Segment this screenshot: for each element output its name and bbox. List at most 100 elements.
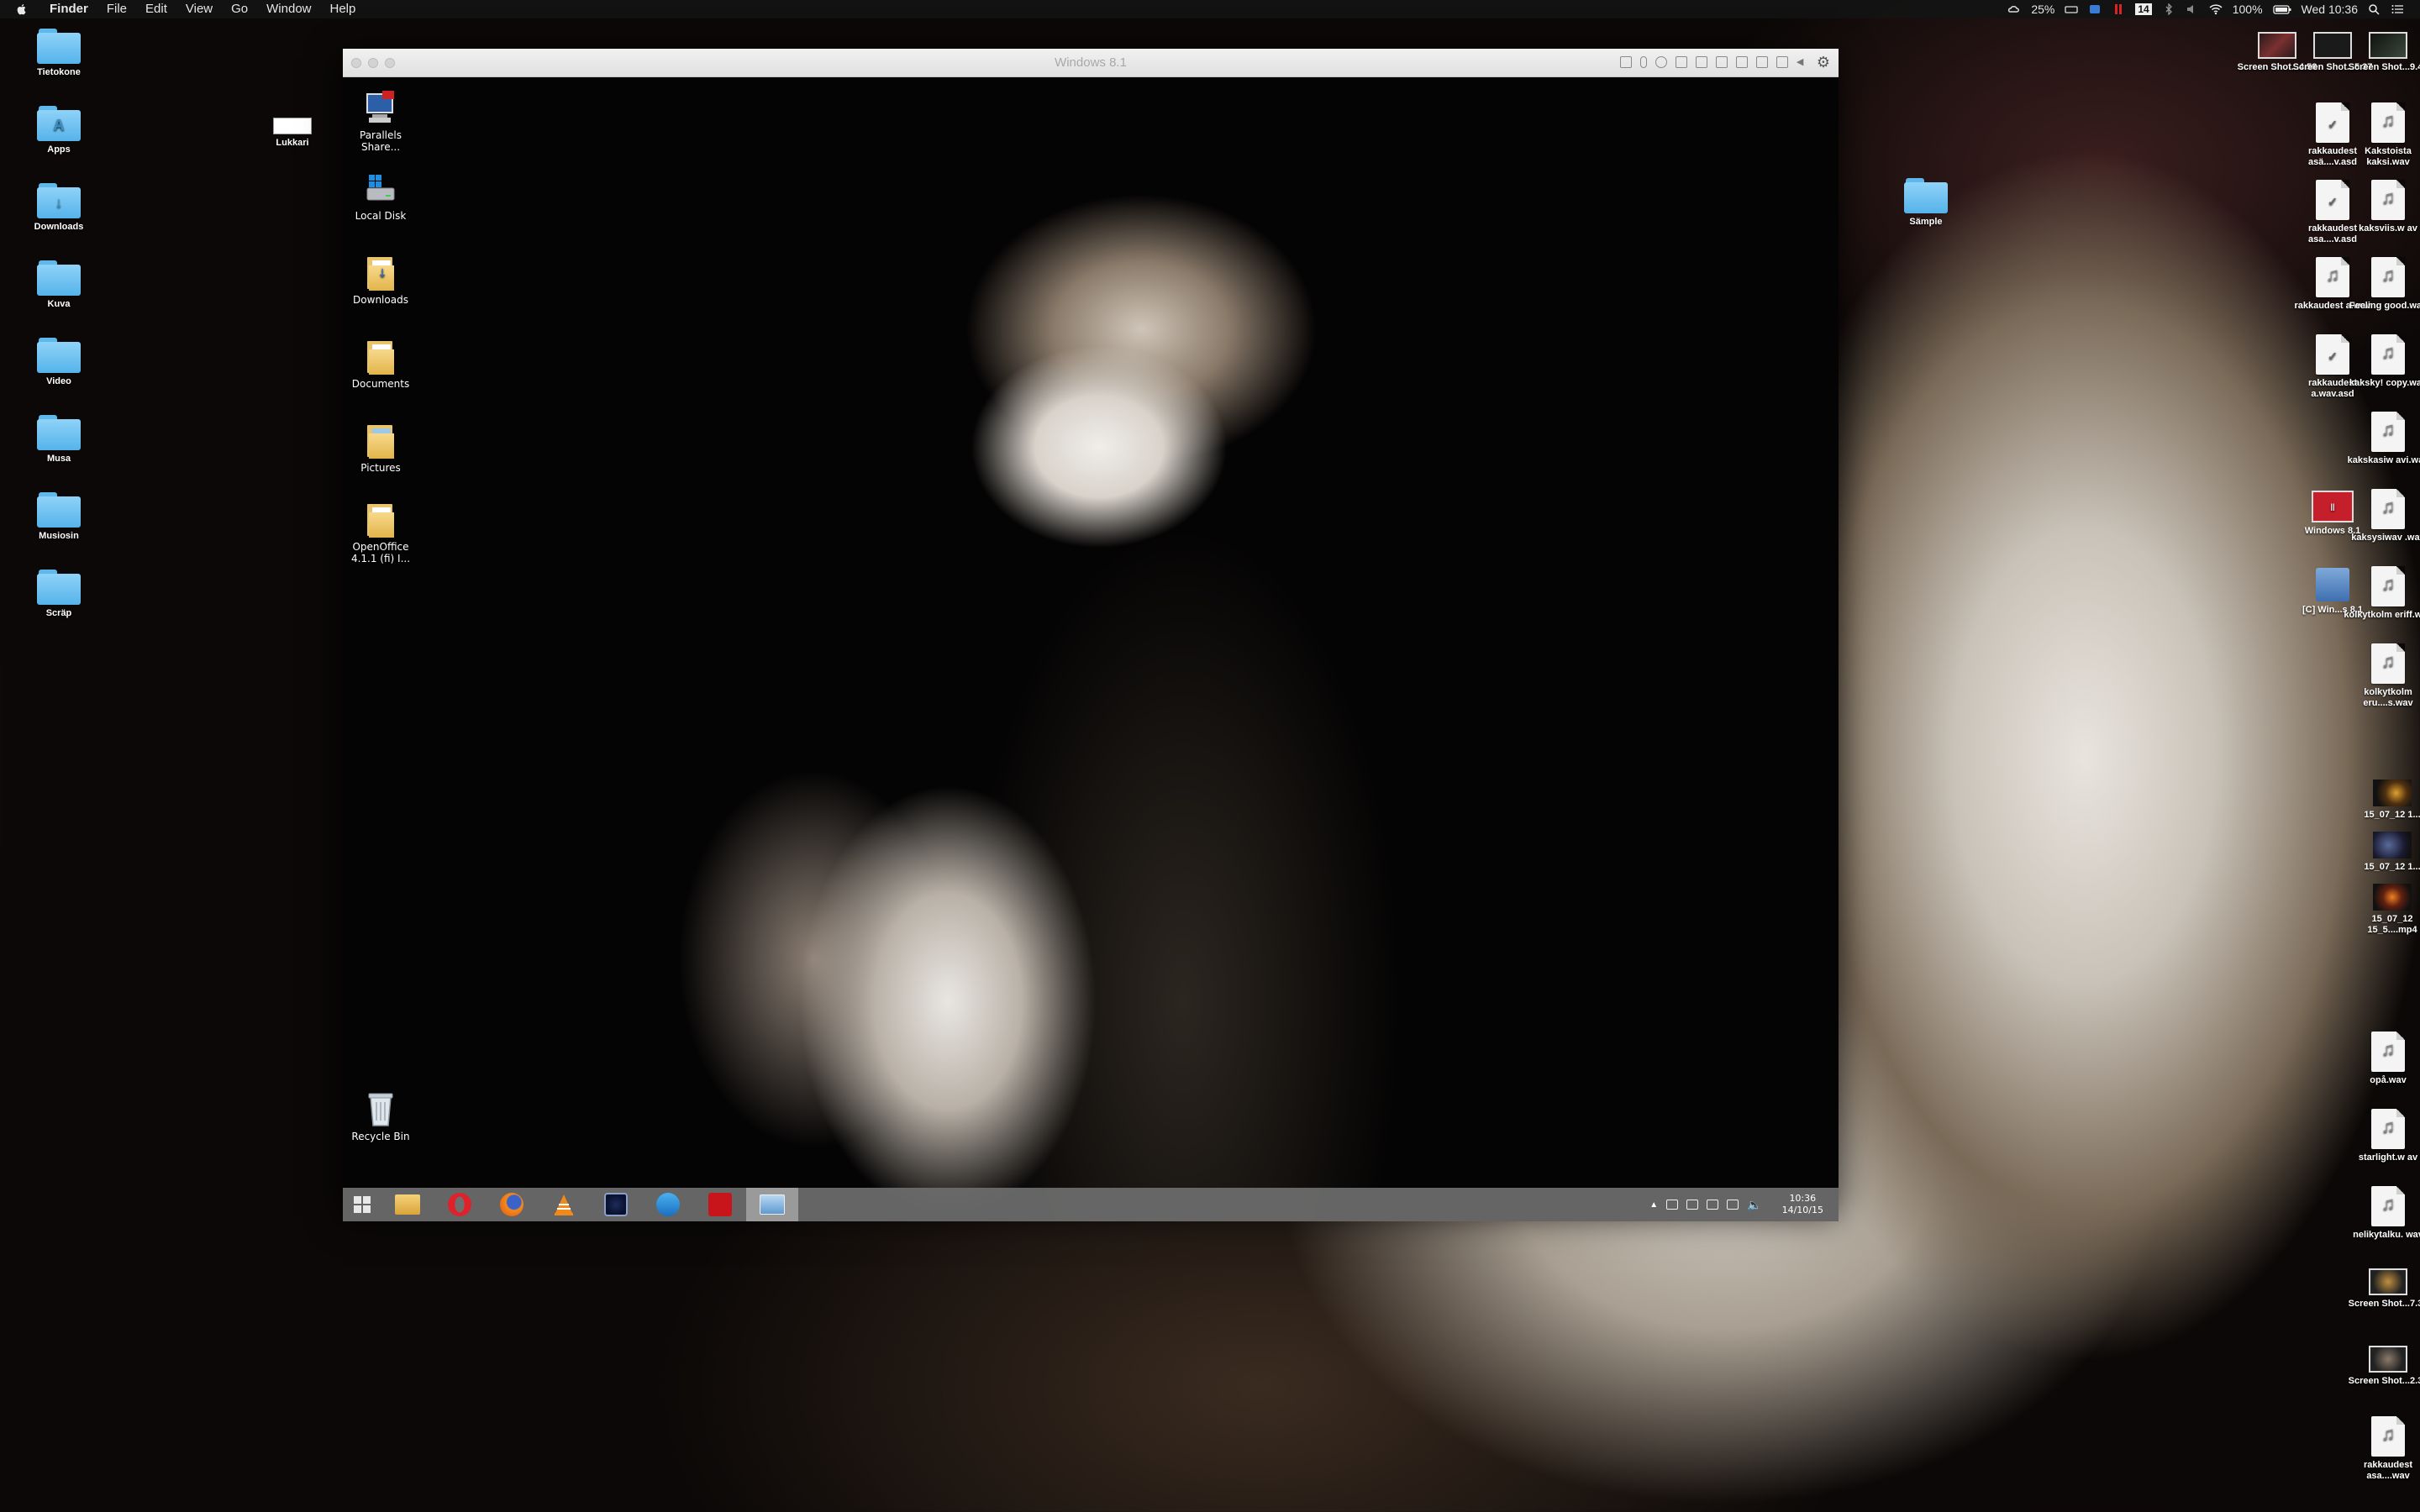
desktop-icon-label: nelikytalku. wav [2353, 1230, 2420, 1240]
desktop-icon-label: Screen Shot...2.30 [2348, 1376, 2420, 1386]
desktop-folder-tietokone[interactable]: Tietokone [13, 29, 105, 78]
cd-icon[interactable] [1755, 56, 1768, 68]
sound-icon[interactable] [1715, 56, 1728, 68]
dropbox-icon[interactable] [2088, 3, 2102, 15]
desktop-file-wav[interactable]: ♫ kaksviis.w av [2342, 180, 2420, 234]
calendar-day-badge[interactable]: 14 [2135, 3, 2152, 15]
taskbar-parallels-tools[interactable] [746, 1188, 798, 1221]
desktop-file-wav[interactable]: ♫ kolkytkolm eriff.wav [2342, 566, 2420, 621]
network-icon[interactable] [1686, 1200, 1699, 1210]
vm-titlebar[interactable]: Windows 8.1 ◀ ⚙ [343, 49, 1839, 77]
taskbar-opera[interactable] [434, 1188, 486, 1221]
collapse-arrow-icon[interactable]: ◀ [1797, 56, 1808, 68]
desktop-folder-musiosin[interactable]: Musiosin [13, 492, 105, 542]
desktop-icon-label: Screen Shot...9.44 [2348, 62, 2420, 72]
desktop-file-wav[interactable]: ♫ Kakstoista kaksi.wav [2342, 102, 2420, 168]
desktop-file-screenshot[interactable]: Screen Shot...2.30 [2342, 1346, 2420, 1387]
power-icon[interactable] [1727, 1200, 1739, 1210]
desktop-file-wav[interactable]: ♫ opå.wav [2342, 1032, 2420, 1086]
camera-icon[interactable] [1655, 56, 1667, 68]
desktop-folder-downloads[interactable]: ↓ Downloads [13, 183, 105, 233]
menu-finder[interactable]: Finder [40, 0, 97, 18]
start-button[interactable] [343, 1188, 381, 1221]
menu-go[interactable]: Go [222, 0, 257, 18]
desktop-folder-apps[interactable]: A Apps [13, 106, 105, 155]
win-desktop-local-disk[interactable]: Local Disk [343, 171, 418, 222]
desktop-folder-kuva[interactable]: Kuva [13, 260, 105, 310]
image-thumbnail-icon [2369, 1268, 2407, 1295]
desktop-icon-label: kakskasiw avi.wav [2347, 455, 2420, 465]
music-note-icon: ♫ [2371, 489, 2405, 529]
menu-view[interactable]: View [176, 0, 222, 18]
desktop-file-wav[interactable]: ♫ kaksky! copy.wav [2342, 334, 2420, 389]
desktop-file-wav[interactable]: ♫ nelikytalku. wav [2342, 1186, 2420, 1241]
menu-window[interactable]: Window [257, 0, 320, 18]
notification-center-icon[interactable] [2391, 3, 2405, 15]
battery-percent[interactable]: 100% [2233, 3, 2263, 16]
action-center-flag-icon[interactable] [1666, 1200, 1679, 1210]
video-thumbnail-icon [2373, 832, 2412, 858]
win-desktop-parallels-shared[interactable]: Parallels Share... [343, 89, 418, 153]
desktop-file-wav[interactable]: ♫ kolkytkolm eru....s.wav [2342, 643, 2420, 709]
bluetooth-icon[interactable] [2162, 3, 2175, 15]
desktop-file-wav[interactable]: ♫ rakkaudest asa....wav [2342, 1416, 2420, 1482]
microphone-icon[interactable] [1639, 56, 1647, 68]
wifi-icon[interactable] [2209, 3, 2223, 15]
win-desktop-documents[interactable]: Documents [343, 339, 418, 390]
drive-icon[interactable] [2065, 3, 2079, 15]
win-desktop-openoffice[interactable]: OpenOffice 4.1.1 (fi) I... [343, 502, 418, 564]
cpu-usage-text[interactable]: 25% [2031, 3, 2054, 16]
keyboard-layout-icon[interactable] [1707, 1200, 1719, 1210]
keyboard-icon[interactable] [1619, 56, 1632, 68]
desktop-file-video[interactable]: 15_07_12 1... [2346, 832, 2420, 873]
taskbar-clock[interactable]: 10:36 14/10/15 [1770, 1193, 1823, 1216]
desktop-file-screenshot[interactable]: Screen Shot...7.37 [2342, 1268, 2420, 1310]
desktop-folder-musa[interactable]: Musa [13, 415, 105, 465]
desktop-folder-sample[interactable]: Sämple [1880, 178, 1972, 228]
creative-cloud-icon[interactable] [2007, 3, 2021, 15]
hard-disk-icon[interactable] [1735, 56, 1748, 68]
win-desktop-downloads[interactable]: ↓ Downloads [343, 255, 418, 306]
desktop-file-wav[interactable]: ♫ starlight.w av [2342, 1109, 2420, 1163]
system-tray: ▲ 🔈 10:36 14/10/15 [1649, 1193, 1839, 1216]
desktop-folder-video[interactable]: Video [13, 338, 105, 387]
win-desktop-recycle-bin[interactable]: Recycle Bin [343, 1090, 418, 1142]
floppy-icon[interactable] [1695, 56, 1707, 68]
menu-help[interactable]: Help [321, 0, 366, 18]
tray-expand-arrow-icon[interactable]: ▲ [1649, 1200, 1658, 1210]
desktop-file-wav[interactable]: ♫ kaksysiwav .wav [2342, 489, 2420, 543]
volume-icon[interactable] [2186, 3, 2199, 15]
volume-icon[interactable]: 🔈 [1747, 1198, 1761, 1212]
desktop-file-video[interactable]: 15_07_12 1... [2346, 780, 2420, 821]
parallels-icon[interactable] [2112, 3, 2125, 15]
battery-icon[interactable] [2272, 3, 2291, 15]
desktop-file-video[interactable]: 15_07_12 15_5....mp4 [2346, 884, 2420, 936]
desktop-file-wav[interactable]: ♫ kakskasiw avi.wav [2342, 412, 2420, 466]
taskbar-blue-app[interactable] [642, 1188, 694, 1221]
desktop-icon-label: Feeling good.wav [2349, 301, 2420, 311]
menubar-clock[interactable]: Wed 10:36 [2302, 3, 2358, 16]
desktop-file-wav[interactable]: ♫ Feeling good.wav [2342, 257, 2420, 312]
desktop-file-screenshot[interactable]: Screen Shot...9.44 [2342, 32, 2420, 73]
shared-folder-icon[interactable] [1776, 56, 1788, 68]
usb-icon[interactable] [1675, 56, 1687, 68]
apple-menu-icon[interactable] [15, 3, 29, 16]
music-note-icon: ♫ [2371, 643, 2405, 684]
spotlight-search-icon[interactable] [2368, 3, 2381, 15]
settings-gear-icon[interactable]: ⚙ [1817, 55, 1830, 70]
desktop-folder-scrap[interactable]: Scräp [13, 570, 105, 619]
taskbar-file-explorer[interactable] [381, 1188, 434, 1221]
taskbar-acrobat[interactable] [694, 1188, 746, 1221]
taskbar-vlc[interactable] [538, 1188, 590, 1221]
taskbar-firefox[interactable] [486, 1188, 538, 1221]
menu-file[interactable]: File [97, 0, 136, 18]
desktop-icon-label: opå.wav [2370, 1075, 2407, 1085]
win-desktop-pictures[interactable]: Pictures [343, 423, 418, 474]
parallels-tools-icon [760, 1194, 785, 1215]
desktop-icon-label: kaksviis.w av [2359, 223, 2417, 234]
desktop-file-lukkari[interactable]: Lukkari [246, 118, 339, 149]
parallels-vm-window[interactable]: Windows 8.1 ◀ ⚙ Parallels Share... Local… [343, 49, 1839, 1221]
taskbar-clock-app[interactable] [590, 1188, 642, 1221]
menu-edit[interactable]: Edit [136, 0, 176, 18]
documents-folder-icon [366, 339, 396, 375]
